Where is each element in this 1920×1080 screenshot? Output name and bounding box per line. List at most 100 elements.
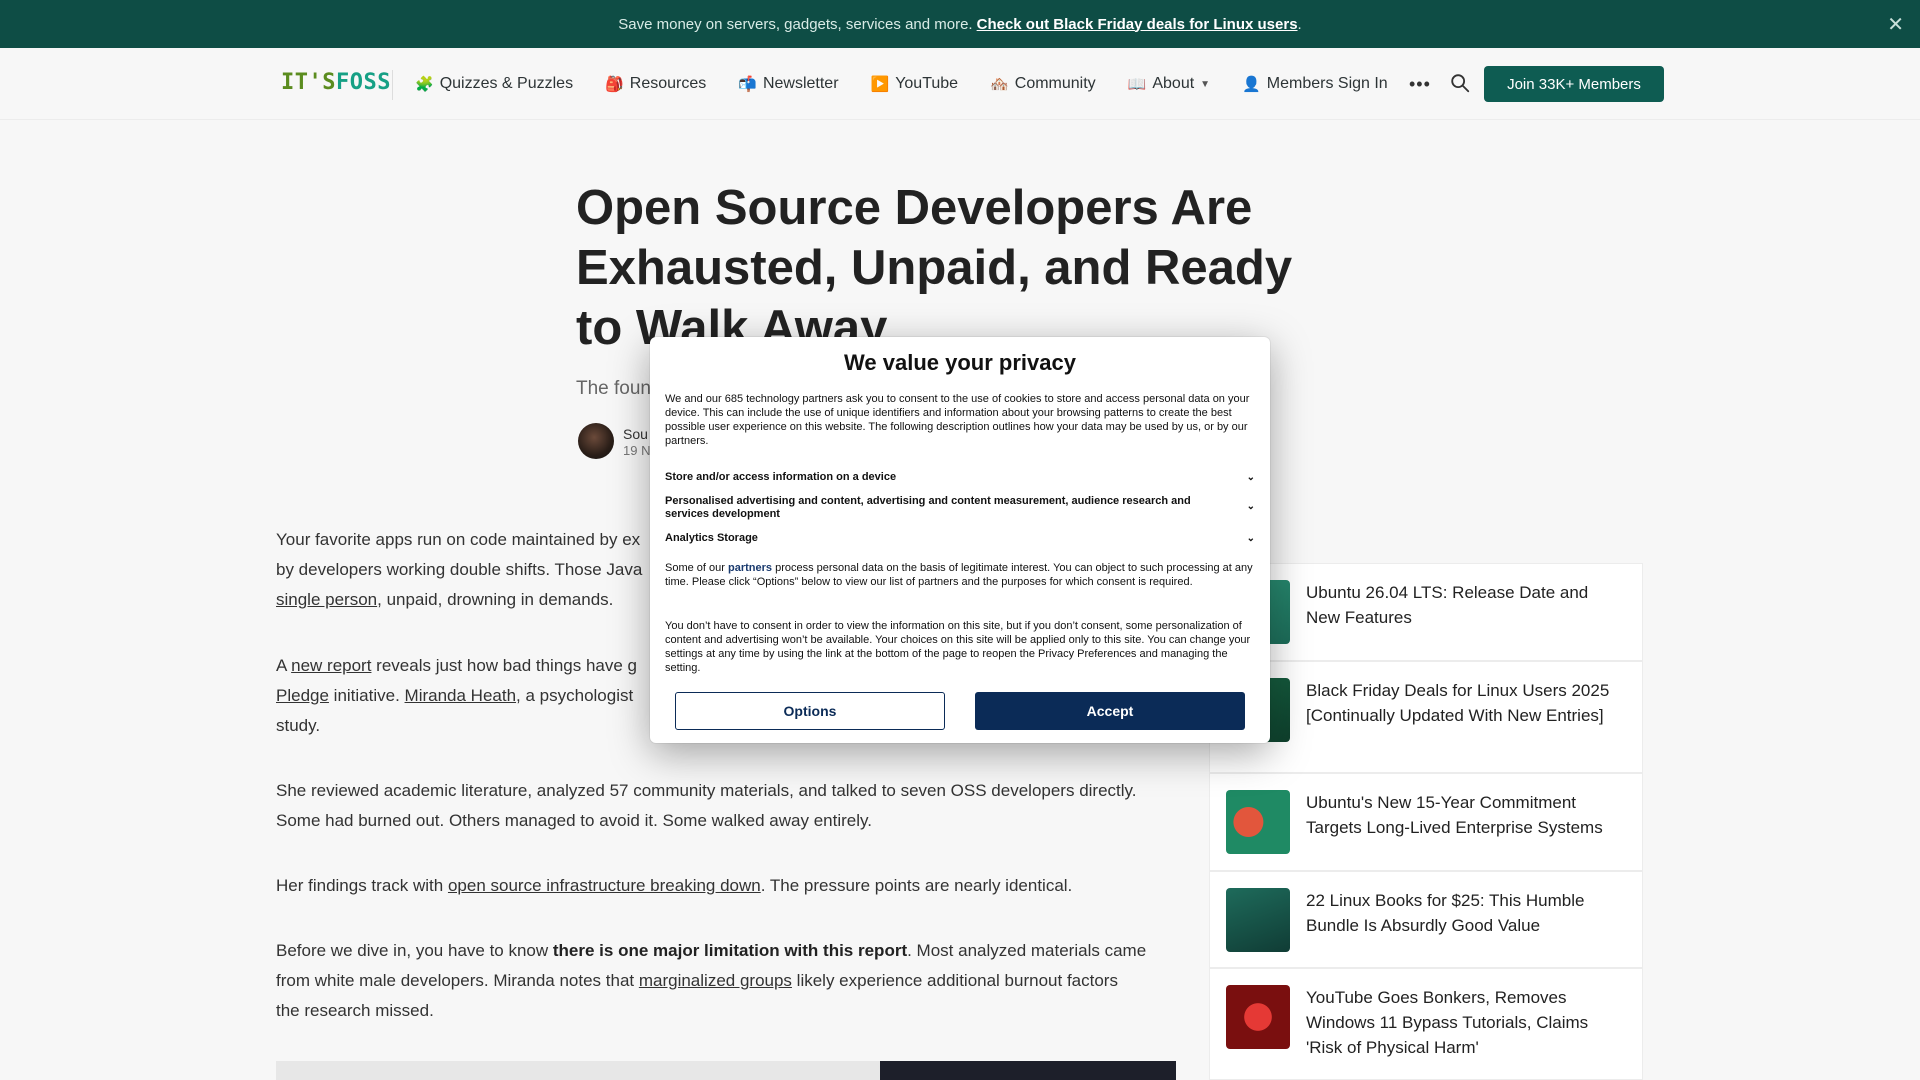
consent-intro: We and our 685 technology partners ask y… <box>665 393 1250 447</box>
privacy-consent-dialog: We value your privacy We and our 685 tec… <box>650 337 1270 743</box>
single-person-link[interactable]: single person <box>276 590 377 609</box>
search-icon[interactable] <box>1449 72 1471 94</box>
p5-a: Before we dive in, you have to know <box>276 941 553 960</box>
avatar[interactable] <box>578 423 614 459</box>
pledge-link[interactable]: Pledge <box>276 686 329 705</box>
author-name[interactable]: Sou <box>623 426 648 442</box>
sidebar-item-title: Ubuntu's New 15-Year Commitment Targets … <box>1306 793 1603 837</box>
sidebar-item[interactable]: Black Friday Deals for Linux Users 2025 … <box>1209 661 1643 773</box>
partners-link[interactable]: partners <box>728 562 772 574</box>
join-members-button[interactable]: Join 33K+ Members <box>1484 66 1664 102</box>
nav-quizzes-label: Quizzes & Puzzles <box>439 75 574 92</box>
nav-sign-in-label: Members Sign In <box>1266 75 1388 92</box>
site-header: IT'SFOSS 🧩 Quizzes & Puzzles 🎒 Resources 📬… <box>0 48 1920 120</box>
play-icon: ▶️ <box>870 76 890 93</box>
purpose-store-access[interactable]: Store and/or access information on a dev… <box>665 471 1255 484</box>
legit-a: Some of our <box>665 562 728 574</box>
logo-its: IT'S <box>281 70 336 95</box>
sidebar-item[interactable]: 22 Linux Books for $25: This Humble Bund… <box>1209 871 1643 968</box>
p2-a: A <box>276 656 292 675</box>
paragraph-5: Before we dive in, you have to know ther… <box>276 936 1176 1026</box>
embed-image <box>880 1061 1176 1080</box>
nav-youtube[interactable]: ▶️ YouTube <box>871 75 959 93</box>
chevron-down-icon: ▼ <box>1200 78 1211 90</box>
black-friday-link[interactable]: Check out Black Friday deals for Linux u… <box>977 16 1298 33</box>
sidebar-item-title: Black Friday Deals for Linux Users 2025 … <box>1306 681 1610 725</box>
nav-community-label: Community <box>1014 75 1096 92</box>
nav-newsletter[interactable]: 📬 Newsletter <box>738 75 838 93</box>
nav-about[interactable]: 📖 About ▼ <box>1128 75 1210 93</box>
main-nav: 🧩 Quizzes & Puzzles 🎒 Resources 📬 Newslette… <box>415 48 1420 120</box>
header-divider <box>392 70 393 100</box>
legitimate-interest-text: Some of our partners process personal da… <box>665 561 1255 589</box>
article-thumbnail <box>1226 790 1290 854</box>
paragraph-4: Her findings track with open source infr… <box>276 871 1176 901</box>
nav-community[interactable]: 🏘️ Community <box>990 75 1096 93</box>
purpose-analytics[interactable]: Analytics Storage ⌄ <box>665 532 1255 545</box>
infrastructure-link[interactable]: open source infrastructure breaking down <box>448 876 761 895</box>
houses-icon: 🏘️ <box>990 76 1009 93</box>
purpose-label: Analytics Storage <box>665 532 758 544</box>
paragraph-3: She reviewed academic literature, analyz… <box>276 776 1176 836</box>
article-title: Open Source Developers Are Exhausted, Un… <box>576 181 1293 355</box>
nav-youtube-label: YouTube <box>895 75 959 92</box>
p2-c: initiative. <box>328 686 405 705</box>
more-icon[interactable]: ••• <box>1409 74 1431 95</box>
p5-c: from white male developers. Miranda note… <box>276 971 639 990</box>
purpose-label: Personalised advertising and content, ad… <box>665 495 1191 520</box>
nav-resources[interactable]: 🎒 Resources <box>605 75 706 93</box>
puzzle-icon: 🧩 <box>415 76 434 93</box>
sidebar-item-title: 22 Linux Books for $25: This Humble Bund… <box>1306 891 1585 935</box>
p5-b: . Most analyzed materials came <box>907 941 1147 960</box>
user-icon: 👤 <box>1242 76 1261 93</box>
p5-line-2: from white male developers. Miranda note… <box>276 966 1176 996</box>
sidebar-item[interactable]: Ubuntu's New 15-Year Commitment Targets … <box>1209 773 1643 871</box>
p5-d: likely experience additional burnout fac… <box>791 971 1118 990</box>
book-icon: 📖 <box>1127 76 1147 93</box>
chevron-down-icon: ⌄ <box>1246 472 1255 483</box>
purpose-label: Store and/or access information on a dev… <box>665 471 897 483</box>
close-icon[interactable]: ✕ <box>1887 12 1904 37</box>
nav-quizzes[interactable]: 🧩 Quizzes & Puzzles <box>415 75 573 93</box>
sidebar-item-title: YouTube Goes Bonkers, Removes Windows 11… <box>1306 988 1589 1057</box>
p4-b: . The pressure points are nearly identic… <box>760 876 1073 895</box>
article-thumbnail <box>1226 888 1290 952</box>
p2-b: reveals just how bad things have g <box>371 656 638 675</box>
p4-line-1: Her findings track with open source infr… <box>276 871 1176 901</box>
publish-date: 19 N <box>623 443 651 458</box>
nav-resources-label: Resources <box>629 75 707 92</box>
p5-line-3: the research missed. <box>276 1001 434 1020</box>
consent-notice: You don’t have to consent in order to vi… <box>665 620 1251 674</box>
backpack-icon: 🎒 <box>605 76 624 93</box>
article-subtitle: The foun <box>576 378 651 399</box>
miranda-heath-link[interactable]: Miranda Heath <box>405 686 517 705</box>
new-report-link[interactable]: new report <box>291 656 371 675</box>
nav-about-label: About <box>1152 75 1195 92</box>
promo-text: Save money on servers, gadgets, services… <box>618 15 973 33</box>
p1-line-3-text: , unpaid, drowning in demands. <box>377 590 614 609</box>
sidebar-item-title: Ubuntu 26.04 LTS: Release Date and New F… <box>1306 583 1589 627</box>
marginalized-groups-link[interactable]: marginalized groups <box>639 971 792 990</box>
p2-e: , a psychologist <box>516 686 634 705</box>
sidebar-item[interactable]: YouTube Goes Bonkers, Removes Windows 11… <box>1209 968 1643 1080</box>
mailbox-icon: 📬 <box>738 76 757 93</box>
youtube-thumbnail <box>1226 985 1290 1049</box>
options-button[interactable]: Options <box>675 692 945 730</box>
p3-line-1: She reviewed academic literature, analyz… <box>276 781 1137 800</box>
p5-line-1: Before we dive in, you have to know ther… <box>276 936 1176 966</box>
p4-a: Her findings track with <box>276 876 448 895</box>
consent-title: We value your privacy <box>844 350 1076 375</box>
nav-sign-in[interactable]: 👤 Members Sign In <box>1242 75 1388 93</box>
logo-foss: FOSS <box>335 70 391 95</box>
site-logo[interactable]: IT'SFOSS <box>281 70 391 95</box>
promo-banner: Save money on servers, gadgets, services… <box>0 0 1920 48</box>
p3-line-2: Some had burned out. Others managed to a… <box>276 811 872 830</box>
promo-suffix: . <box>1297 15 1302 33</box>
p5-bold: there is one major limitation with this … <box>552 941 908 960</box>
sidebar-item[interactable]: Ubuntu 26.04 LTS: Release Date and New F… <box>1209 563 1643 661</box>
accept-button[interactable]: Accept <box>975 692 1245 730</box>
nav-newsletter-label: Newsletter <box>762 75 839 92</box>
purpose-personalised-ads[interactable]: Personalised advertising and content, ad… <box>665 495 1255 521</box>
chevron-down-icon: ⌄ <box>1246 533 1255 544</box>
chevron-down-icon: ⌄ <box>1246 501 1255 512</box>
